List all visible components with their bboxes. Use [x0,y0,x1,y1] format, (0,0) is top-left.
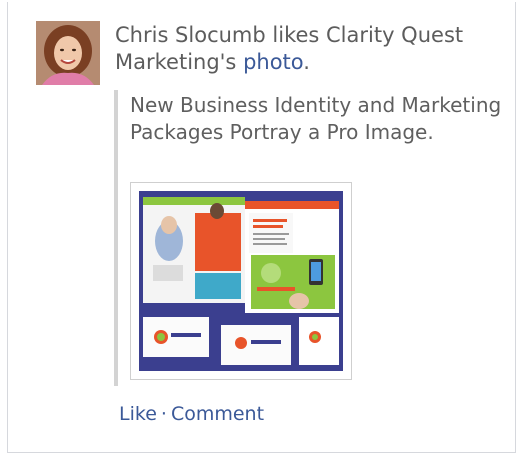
shared-attachment: New Business Identity and Marketing Pack… [114,90,510,386]
feed-story: Chris Slocumb likes Clarity Quest Market… [7,2,516,453]
story-headline: Chris Slocumb likes Clarity Quest Market… [115,22,510,76]
action-separator: · [160,403,167,425]
marketing-collateral-photo [139,191,343,371]
like-link[interactable]: Like [119,403,157,425]
avatar-portrait-image [36,21,100,85]
comment-link[interactable]: Comment [171,403,264,425]
photo-link[interactable]: photo [243,50,303,74]
story-actions: Like · Comment [119,402,264,426]
headline-period: . [303,50,310,74]
actor-name-link[interactable]: Chris Slocumb [115,23,266,47]
attachment-title[interactable]: New Business Identity and Marketing Pack… [130,92,502,146]
attachment-photo[interactable] [130,182,352,380]
profile-avatar[interactable] [36,21,100,85]
